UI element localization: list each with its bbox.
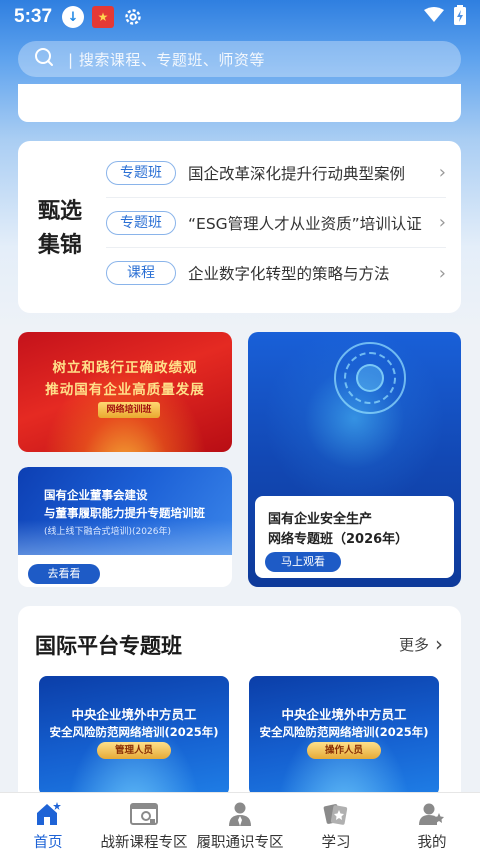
section-title: 国际平台专题班 [35, 634, 182, 658]
battery-charging-icon [454, 5, 466, 29]
status-time: 5:37 [14, 6, 53, 27]
course-card[interactable]: 中央企业境外中方员工 安全风险防范网络培训(2025年) 管理人员 [39, 676, 229, 796]
profile-zone-icon [228, 800, 252, 828]
wifi-icon [424, 7, 444, 27]
banner-title-line: 国有企业董事会建设 [44, 488, 148, 502]
chevron-right-icon: › [438, 212, 446, 233]
top-card [18, 84, 461, 122]
download-icon: ↓ [62, 6, 85, 28]
watch-now-button[interactable]: 马上观看 [265, 552, 341, 572]
featured-item-text: 企业数字化转型的策略与方法 [188, 265, 390, 283]
featured-item-tag: 专题班 [106, 160, 176, 185]
nav-label: 履职通识专区 [196, 835, 284, 851]
search-icon [34, 47, 54, 71]
featured-item-text: “ESG管理人才从业资质”培训认证 [188, 214, 422, 233]
banner-title-line: 与董事履职能力提升专题培训班 [44, 506, 205, 520]
search-input[interactable]: | 搜索课程、专题班、师资等 [68, 49, 265, 70]
banner-title-line: 推动国有企业高质量发展 [45, 382, 205, 398]
featured-item[interactable]: 课程 企业数字化转型的策略与方法 › [106, 248, 446, 298]
banner-board-training[interactable]: 国有企业董事会建设 与董事履职能力提升专题培训班 (线上线下融合式培训)(202… [18, 467, 232, 587]
course-title-line: 安全风险防范网络培训(2025年) [49, 725, 219, 739]
featured-item-tag: 专题班 [106, 210, 176, 235]
course-title-line: 安全风险防范网络培训(2025年) [259, 725, 429, 739]
featured-item[interactable]: 专题班 “ESG管理人才从业资质”培训认证 › [106, 198, 446, 248]
banner-image: 国有企业董事会建设 与董事履职能力提升专题培训班 (线上线下融合式培训)(202… [18, 467, 232, 555]
course-card[interactable]: 中央企业境外中方员工 安全风险防范网络培训(2025年) 操作人员 [249, 676, 439, 796]
banner-red-training[interactable]: 树立和践行正确政绩观 推动国有企业高质量发展 网络培训班 [18, 332, 232, 452]
featured-item[interactable]: 专题班 国企改革深化提升行动典型案例 › [106, 148, 446, 198]
nav-item-mine[interactable]: 我的 [384, 793, 480, 855]
go-see-button[interactable]: 去看看 [28, 564, 100, 584]
nav-label: 我的 [417, 835, 447, 851]
nav-item-home[interactable]: 首页 [0, 793, 96, 855]
chevron-right-icon: › [438, 262, 446, 284]
featured-title: 甄选集锦 [38, 199, 83, 258]
more-link[interactable]: 更多 › [399, 632, 443, 656]
course-title-line: 中央企业境外中方员工 [281, 707, 407, 722]
featured-item-text: 国企改革深化提升行动典型案例 [188, 164, 406, 183]
banner-subtitle: (线上线下融合式培训)(2026年) [44, 527, 171, 537]
banner-safety-training[interactable]: 国有企业安全生产 网络专题班（2026年） 马上观看 [248, 332, 461, 587]
nav-label: 战新课程专区 [100, 835, 188, 851]
nav-label: 首页 [33, 835, 63, 851]
featured-item-tag: 课程 [106, 261, 176, 285]
nav-item-course-zone[interactable]: 战新课程专区 [96, 793, 192, 855]
nav-item-study[interactable]: 学习 [288, 793, 384, 855]
banner-title-line: 国有企业安全生产 [268, 512, 373, 527]
course-badge: 管理人员 [97, 742, 171, 759]
bottom-nav: 首页 战新课程专区 履职通识专区 学习 我的 [0, 792, 480, 855]
course-badge: 操作人员 [307, 742, 381, 759]
chevron-right-icon: › [438, 162, 446, 183]
course-title-line: 中央企业境外中方员工 [71, 707, 197, 722]
user-icon [419, 800, 445, 828]
chevron-right-icon: › [435, 632, 443, 656]
search-bar[interactable]: | 搜索课程、专题班、师资等 [18, 41, 461, 77]
banner-info-panel: 国有企业安全生产 网络专题班（2026年） 马上观看 [255, 496, 454, 578]
nav-label: 学习 [321, 835, 351, 851]
app-notification-icon: ★ [92, 6, 115, 28]
banner-title-line: 网络专题班（2026年） [268, 532, 409, 547]
banner-title-line: 树立和践行正确政绩观 [52, 360, 198, 376]
featured-card: 甄选集锦 专题班 国企改革深化提升行动典型案例 › 专题班 “ESG管理人才从业… [18, 141, 461, 313]
settings-icon [122, 6, 144, 28]
more-label: 更多 [398, 635, 429, 654]
home-icon [35, 800, 61, 828]
status-bar: 5:37 ↓ ★ [0, 0, 480, 34]
course-zone-icon [130, 800, 158, 828]
nav-item-profile-zone[interactable]: 履职通识专区 [192, 793, 288, 855]
international-section: 国际平台专题班 更多 › 中央企业境外中方员工 安全风险防范网络培训(2025年… [18, 606, 461, 806]
banner-badge: 网络培训班 [98, 402, 160, 418]
study-icon [323, 800, 349, 828]
